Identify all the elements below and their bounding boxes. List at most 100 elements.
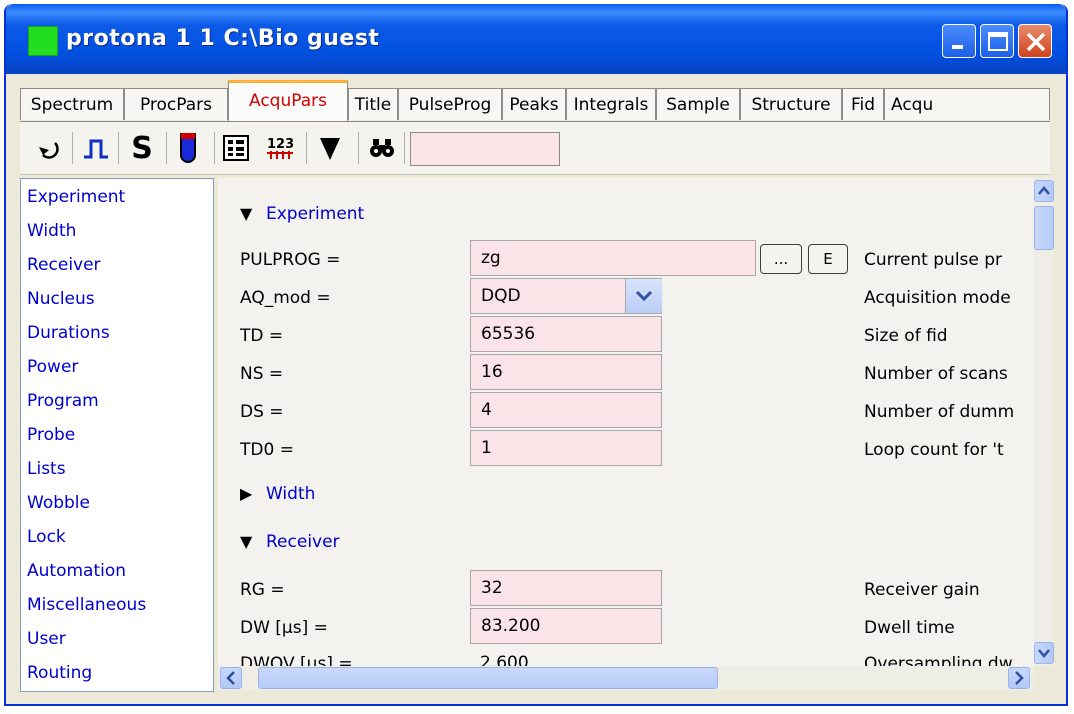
maximize-button[interactable] (980, 24, 1014, 58)
table-icon[interactable] (218, 130, 254, 166)
param-label: AQ_mod = (240, 288, 331, 308)
sidebar-item-automation[interactable]: Automation (27, 561, 126, 581)
param-description: Number of dumm (864, 402, 1015, 422)
undo-icon[interactable] (30, 130, 66, 166)
tab-pulseprog[interactable]: PulseProg (398, 88, 502, 120)
horizontal-scrollbar[interactable] (218, 666, 1034, 690)
rg-field[interactable]: 32 (470, 570, 662, 606)
ns-field[interactable]: 16 (470, 354, 662, 390)
tab-acqupars[interactable]: AcquPars (228, 80, 348, 122)
param-label: RG = (240, 580, 285, 600)
dwov-value: 2.600 (480, 653, 529, 666)
horizontal-scroll-thumb[interactable] (258, 667, 718, 689)
pulprog-field[interactable]: zg (470, 240, 756, 276)
maximize-icon (988, 32, 1008, 51)
toolbar-separator (306, 132, 307, 164)
param-description: Loop count for 't (864, 440, 1004, 460)
param-description: Oversampling dw (864, 654, 1013, 666)
param-label: PULPROG = (240, 250, 341, 270)
param-label: DS = (240, 402, 284, 422)
sidebar-item-experiment[interactable]: Experiment (27, 187, 125, 207)
param-label: DWOV [µs] = (240, 654, 353, 666)
toolbar-separator (404, 132, 405, 164)
sidebar-item-nucleus[interactable]: Nucleus (27, 289, 95, 309)
close-button[interactable] (1018, 24, 1052, 58)
scroll-up-button[interactable] (1034, 180, 1054, 202)
title-bar[interactable]: protona 1 1 C:\Bio guest (6, 4, 1066, 74)
parameter-panel: ▼ Experiment PULPROG = zg ... E Current … (218, 178, 1034, 666)
search-input[interactable] (410, 132, 560, 166)
td0-field[interactable]: 1 (470, 430, 662, 466)
sidebar-item-receiver[interactable]: Receiver (27, 255, 101, 275)
edit-button[interactable]: E (808, 244, 848, 274)
sidebar-item-durations[interactable]: Durations (27, 323, 110, 343)
sidebar-item-probe[interactable]: Probe (27, 425, 75, 445)
sidebar-item-lists[interactable]: Lists (27, 459, 66, 479)
scroll-down-button[interactable] (1034, 642, 1054, 664)
pulse-icon[interactable] (78, 130, 114, 166)
numbers-label: 123 (267, 137, 294, 152)
vertical-scroll-thumb[interactable] (1034, 206, 1054, 250)
expanded-triangle-icon[interactable]: ▼ (240, 532, 252, 551)
toolbar-separator (358, 132, 359, 164)
param-label: TD = (240, 326, 284, 346)
tab-acqu[interactable]: Acqu (884, 88, 1050, 120)
section-receiver-header[interactable]: Receiver (266, 532, 340, 552)
param-label: DW [µs] = (240, 618, 328, 638)
param-label: NS = (240, 364, 284, 384)
param-description: Number of scans (864, 364, 1008, 384)
window-title: protona 1 1 C:\Bio guest (66, 26, 380, 51)
collapsed-triangle-icon[interactable]: ▶ (240, 484, 252, 503)
expanded-triangle-icon[interactable]: ▼ (240, 204, 252, 223)
param-description: Dwell time (864, 618, 955, 638)
s-icon[interactable]: S (124, 130, 160, 166)
binoculars-icon[interactable] (364, 130, 400, 166)
toolbar-separator (214, 132, 215, 164)
tab-title[interactable]: Title (348, 88, 398, 120)
param-description: Acquisition mode (864, 288, 1011, 308)
toolbar-separator (166, 132, 167, 164)
ds-field[interactable]: 4 (470, 392, 662, 428)
tab-integrals[interactable]: Integrals (566, 88, 656, 120)
close-icon (1026, 32, 1046, 52)
scroll-left-button[interactable] (220, 667, 242, 689)
sidebar-item-user[interactable]: User (27, 629, 66, 649)
sidebar-item-routing[interactable]: Routing (27, 663, 92, 683)
tab-procpars[interactable]: ProcPars (124, 88, 228, 120)
tab-spectrum[interactable]: Spectrum (20, 88, 124, 120)
sidebar-item-program[interactable]: Program (27, 391, 99, 411)
sidebar-item-lock[interactable]: Lock (27, 527, 66, 547)
filter-icon[interactable] (312, 130, 348, 166)
dw-field[interactable]: 83.200 (470, 608, 662, 644)
tab-peaks[interactable]: Peaks (502, 88, 566, 120)
s-label: S (131, 130, 153, 166)
param-description: Size of fid (864, 326, 948, 346)
chevron-right-icon (1015, 671, 1024, 685)
minimize-button[interactable] (942, 24, 976, 58)
toolbar-separator (118, 132, 119, 164)
sidebar-item-wobble[interactable]: Wobble (27, 493, 90, 513)
probe-icon[interactable] (170, 130, 206, 166)
tab-sample[interactable]: Sample (656, 88, 740, 120)
tab-bar: Spectrum ProcPars AcquPars Title PulsePr… (20, 78, 1050, 122)
tab-structure[interactable]: Structure (740, 88, 842, 120)
numbers-icon[interactable]: 123 (262, 130, 298, 166)
section-experiment-header[interactable]: Experiment (266, 204, 364, 224)
vertical-scrollbar[interactable] (1034, 178, 1054, 666)
chevron-down-icon[interactable] (625, 279, 662, 313)
scroll-right-button[interactable] (1008, 667, 1030, 689)
sidebar-item-width[interactable]: Width (27, 221, 76, 241)
browse-button[interactable]: ... (760, 244, 802, 274)
param-description: Receiver gain (864, 580, 980, 600)
td-field[interactable]: 65536 (470, 316, 662, 352)
sidebar: Experiment Width Receiver Nucleus Durati… (20, 178, 214, 692)
sidebar-item-miscellaneous[interactable]: Miscellaneous (27, 595, 146, 615)
aq-mod-select[interactable]: DQD (470, 278, 662, 314)
sidebar-item-power[interactable]: Power (27, 357, 78, 377)
app-icon (28, 26, 58, 56)
toolbar-separator (72, 132, 73, 164)
section-width-header[interactable]: Width (266, 484, 315, 504)
toolbar: S 123 (20, 122, 1050, 175)
chevron-up-icon (1038, 186, 1050, 195)
tab-fid[interactable]: Fid (842, 88, 884, 120)
